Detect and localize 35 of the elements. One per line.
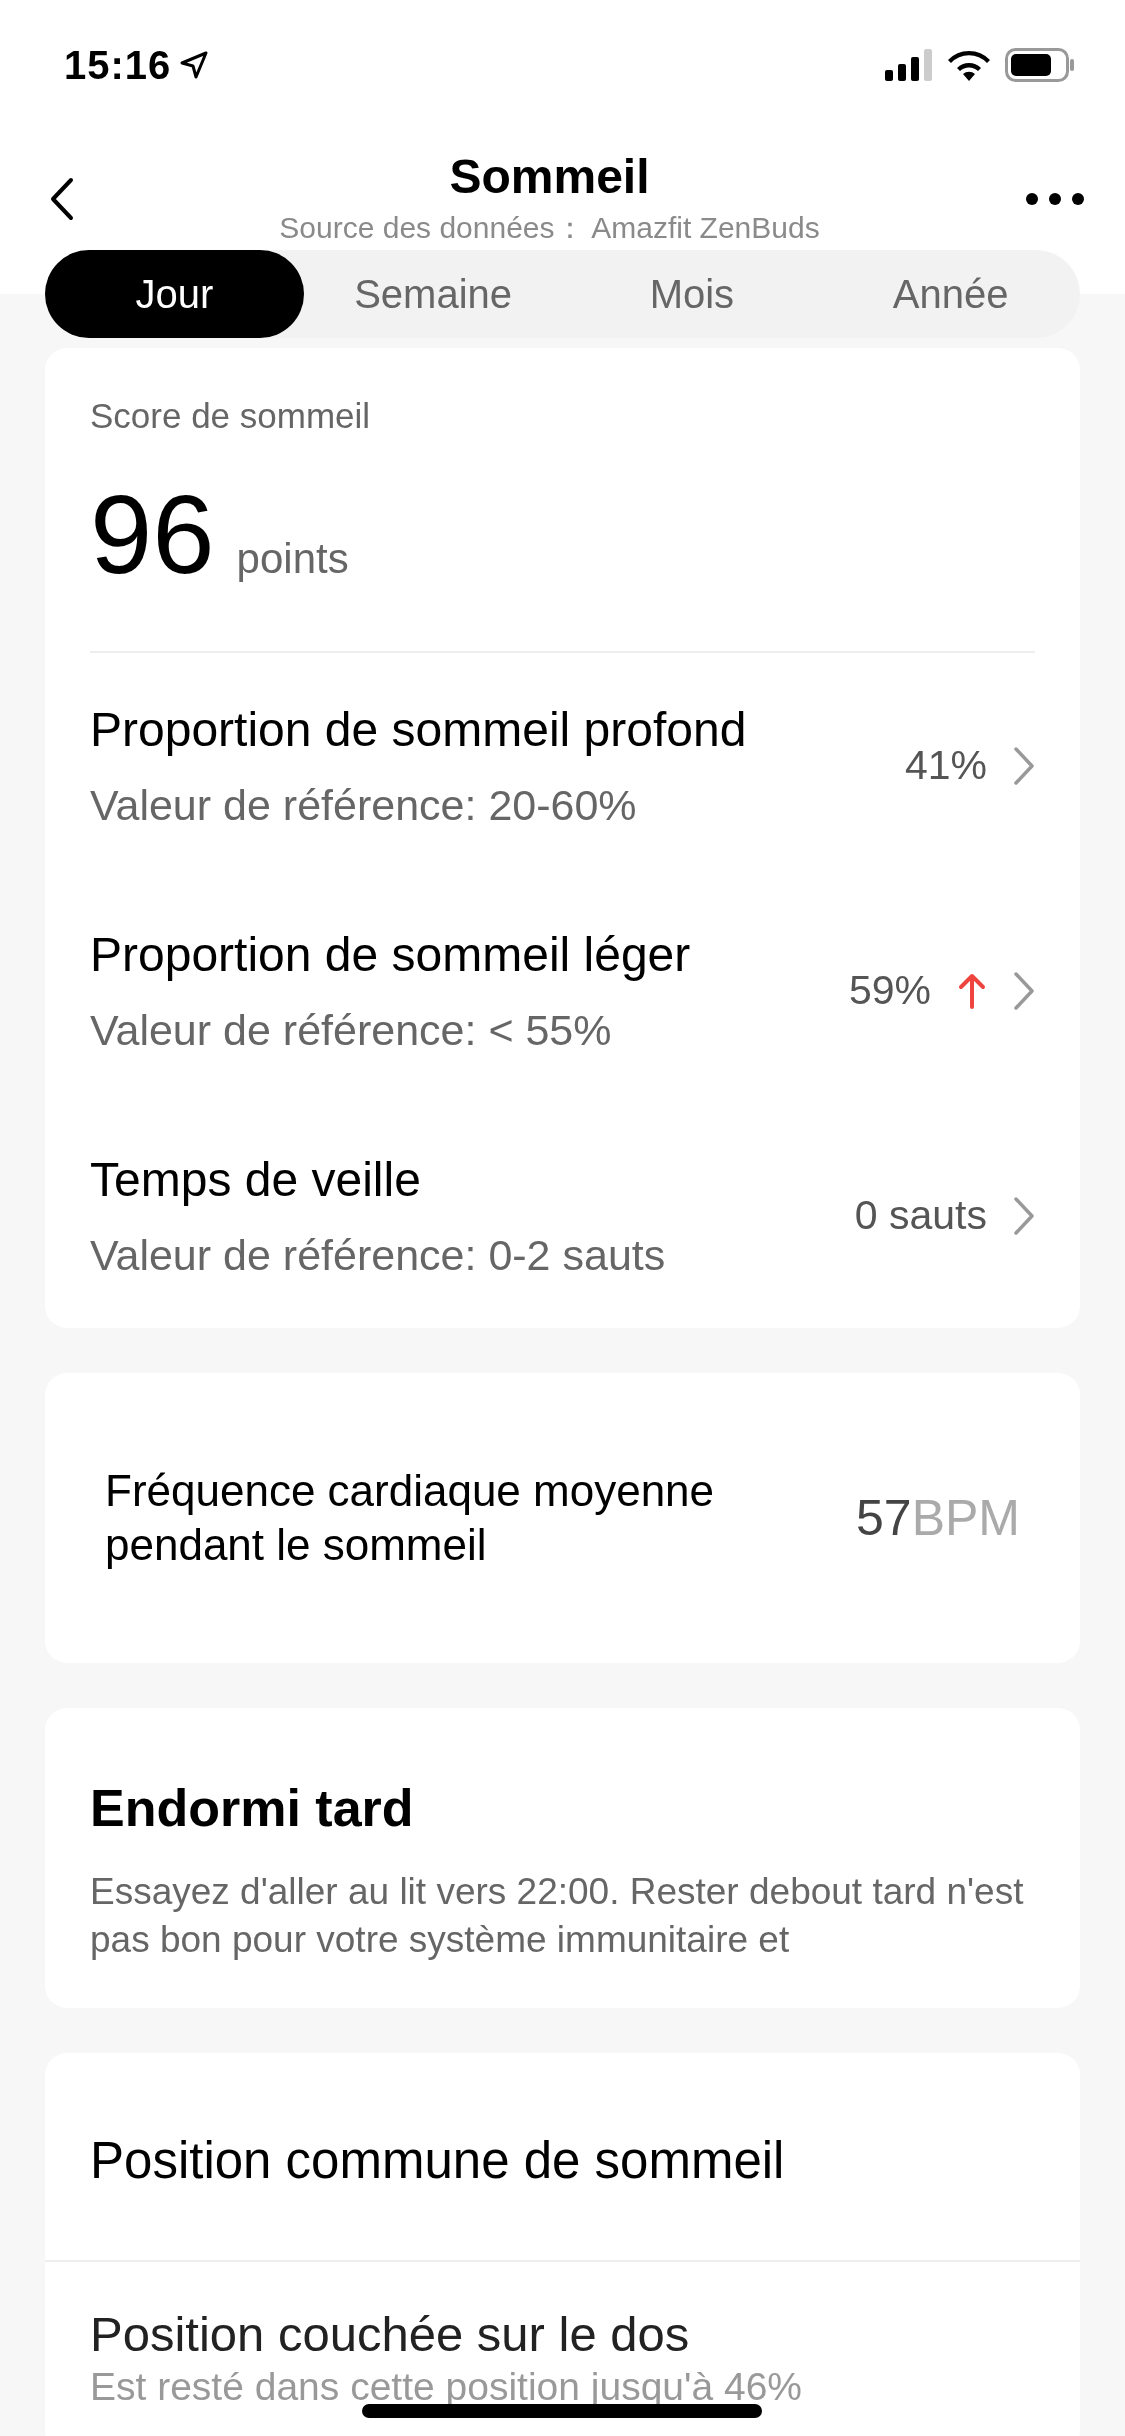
chevron-right-icon[interactable] [1013, 745, 1035, 786]
chevron-right-icon[interactable] [1013, 970, 1035, 1011]
heart-rate-label: Fréquence cardiaque moyenne pendant le sommeil [105, 1465, 716, 1571]
location-arrow-icon [179, 50, 210, 80]
metric-value: 41% [904, 742, 987, 789]
score-unit: points [236, 535, 349, 583]
metric-reference: Valeur de référence: 20-60% [90, 780, 638, 830]
metric-name: Proportion de sommeil profond [90, 701, 747, 757]
position-name: Position couchée sur le dos [90, 2306, 691, 2363]
metric-value: 59% [848, 967, 931, 1014]
period-tab[interactable]: Semaine [303, 250, 563, 338]
advice-text: Essayez d'aller au lit vers 22:00. Rester debout tard n'est pas bon pour votre système immunitaire et [90, 1870, 1025, 1963]
status-time: 15:16 [64, 42, 172, 88]
positions-title: Position commune de sommeil [45, 2053, 1080, 2263]
position-detail: Est resté dans cette position jusqu'à 46% [90, 2366, 804, 2410]
chevron-right-icon[interactable] [1013, 1195, 1035, 1236]
wifi-icon [947, 49, 991, 81]
data-source-label: Source des données： Amazfit ZenBuds [279, 210, 820, 246]
metric-reference: Valeur de référence: < 55% [90, 1005, 613, 1055]
metric-value: 0 sauts [854, 1192, 987, 1239]
period-tab[interactable]: Année [821, 250, 1080, 338]
metric-name: Temps de veille [90, 1151, 422, 1207]
heart-rate-value: 57BPM [856, 1489, 1020, 1547]
metric-name: Proportion de sommeil léger [90, 926, 691, 982]
score-value: 96 [90, 471, 215, 599]
signal-icon [885, 49, 933, 81]
period-tab[interactable]: Mois [562, 250, 822, 338]
battery-icon [1005, 48, 1075, 82]
metric-reference: Valeur de référence: 0-2 sauts [90, 1230, 666, 1280]
page-title: Sommeil [449, 149, 650, 204]
advice-title: Endormi tard [90, 1778, 415, 1838]
more-icon[interactable] [1025, 192, 1085, 206]
period-tab[interactable]: Jour [45, 250, 304, 338]
score-label: Score de sommeil [90, 396, 372, 436]
back-icon[interactable] [50, 177, 74, 221]
